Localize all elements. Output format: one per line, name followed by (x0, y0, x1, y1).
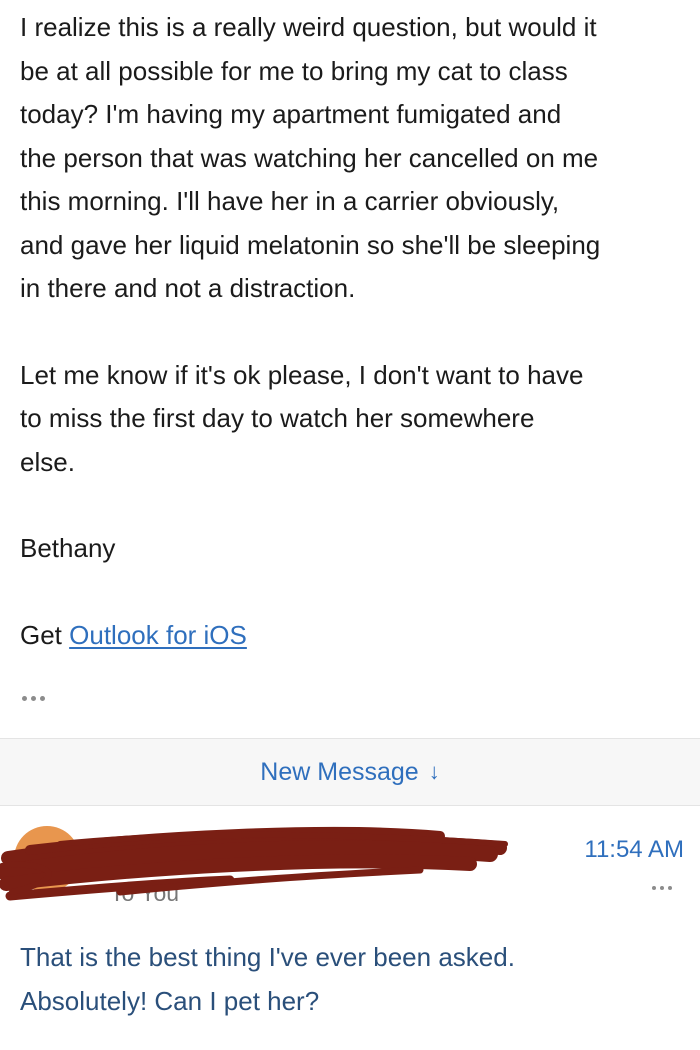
message-line: today? I'm having my apartment fumigated… (20, 99, 562, 129)
message-line: I realize this is a really weird questio… (20, 12, 597, 42)
reply-body: That is the best thing I've ever been as… (20, 935, 680, 1023)
message-options-icon[interactable] (652, 882, 680, 894)
message-line: else. (20, 446, 75, 477)
message-line: to miss the first day to watch her somew… (20, 403, 535, 433)
arrow-down-icon: ↓ (428, 759, 440, 784)
message-line: be at all possible for me to bring my ca… (20, 55, 568, 86)
reply-line: Absolutely! Can I pet her? (20, 986, 320, 1016)
message-line: in there and not a distraction. (20, 273, 356, 303)
footer-line: Get Outlook for iOS (20, 614, 692, 658)
show-more-ellipsis-icon[interactable] (22, 690, 56, 706)
outlook-ios-link[interactable]: Outlook for iOS (69, 620, 247, 650)
message-line: Let me know if it's ok please, I don't w… (20, 359, 584, 390)
signature: Bethany (20, 533, 116, 563)
message-line: the person that was watching her cancell… (20, 142, 599, 173)
footer-prefix: Get (20, 619, 70, 650)
reply-line: That is the best thing I've ever been as… (20, 942, 515, 972)
new-message-label: New Message (260, 757, 419, 786)
message-line: and gave her liquid melatonin so she'll … (20, 229, 601, 260)
new-message-button[interactable]: New Message ↓ (0, 738, 700, 806)
redaction-scribble (0, 826, 508, 901)
message-line: this morning. I'll have her in a carrier… (20, 186, 560, 216)
message-body: I realize this is a really weird questio… (20, 6, 692, 657)
message-timestamp: 11:54 AM (584, 836, 684, 863)
